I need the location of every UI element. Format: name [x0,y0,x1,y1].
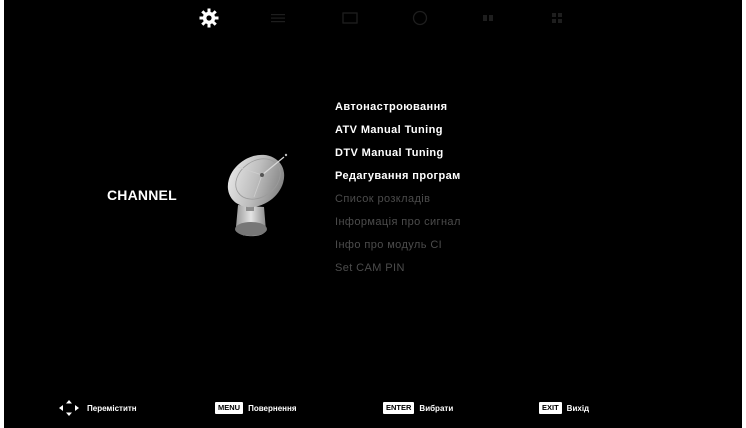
pair-icon [483,15,493,21]
hint-enter-label: Вибрати [419,403,454,413]
channel-menu: Автонастроювання ATV Manual Tuning DTV M… [335,96,461,280]
hint-menu: MENU Повернення [215,400,297,416]
menu-key-badge: MENU [215,402,244,414]
tab-time[interactable] [408,6,432,30]
tab-picture[interactable] [266,6,290,30]
satellite-dish-icon [227,153,288,237]
hint-enter: ENTER Вибрати [383,400,453,416]
enter-key-badge: ENTER [383,402,415,414]
menu-item-signal-info: Інформація про сигнал [335,216,461,228]
tab-setup[interactable] [545,6,569,30]
circle-icon [412,10,428,26]
top-tab-bar [4,0,742,40]
footer-hints: Переміститн MENU Повернення ENTER Вибрат… [4,396,742,420]
menu-item-dtv-manual-tuning[interactable]: DTV Manual Tuning [335,142,461,165]
menu-item-ci-info: Інфо про модуль CI [335,239,443,251]
tv-menu-screen: CHANNEL Автонастроювання ATV Manual Tuni… [4,0,742,428]
tab-sound[interactable] [338,6,362,30]
screen-icon [342,12,358,24]
tab-lock[interactable] [476,6,500,30]
menu-item-auto-tuning[interactable]: Автонастроювання [335,96,461,119]
exit-key-badge: EXIT [539,402,562,414]
tab-channel-settings[interactable] [197,6,221,30]
list-icon [271,14,285,23]
hint-move-label: Переміститн [87,403,137,413]
grid-icon [552,13,562,23]
hint-menu-label: Повернення [248,403,297,413]
menu-item-program-edit[interactable]: Редагування програм [335,165,461,188]
menu-item-atv-manual-tuning[interactable]: ATV Manual Tuning [335,119,461,142]
menu-item-set-cam-pin: Set CAM PIN [335,262,405,274]
hint-exit-label: Вихід [566,403,590,413]
hint-exit: EXIT Вихід [539,400,589,416]
gear-icon [199,8,219,28]
category-title: CHANNEL [107,187,177,203]
hint-move: Переміститн [59,400,137,416]
arrows-icon [59,400,79,416]
menu-item-schedule-list: Список розкладів [335,193,431,205]
